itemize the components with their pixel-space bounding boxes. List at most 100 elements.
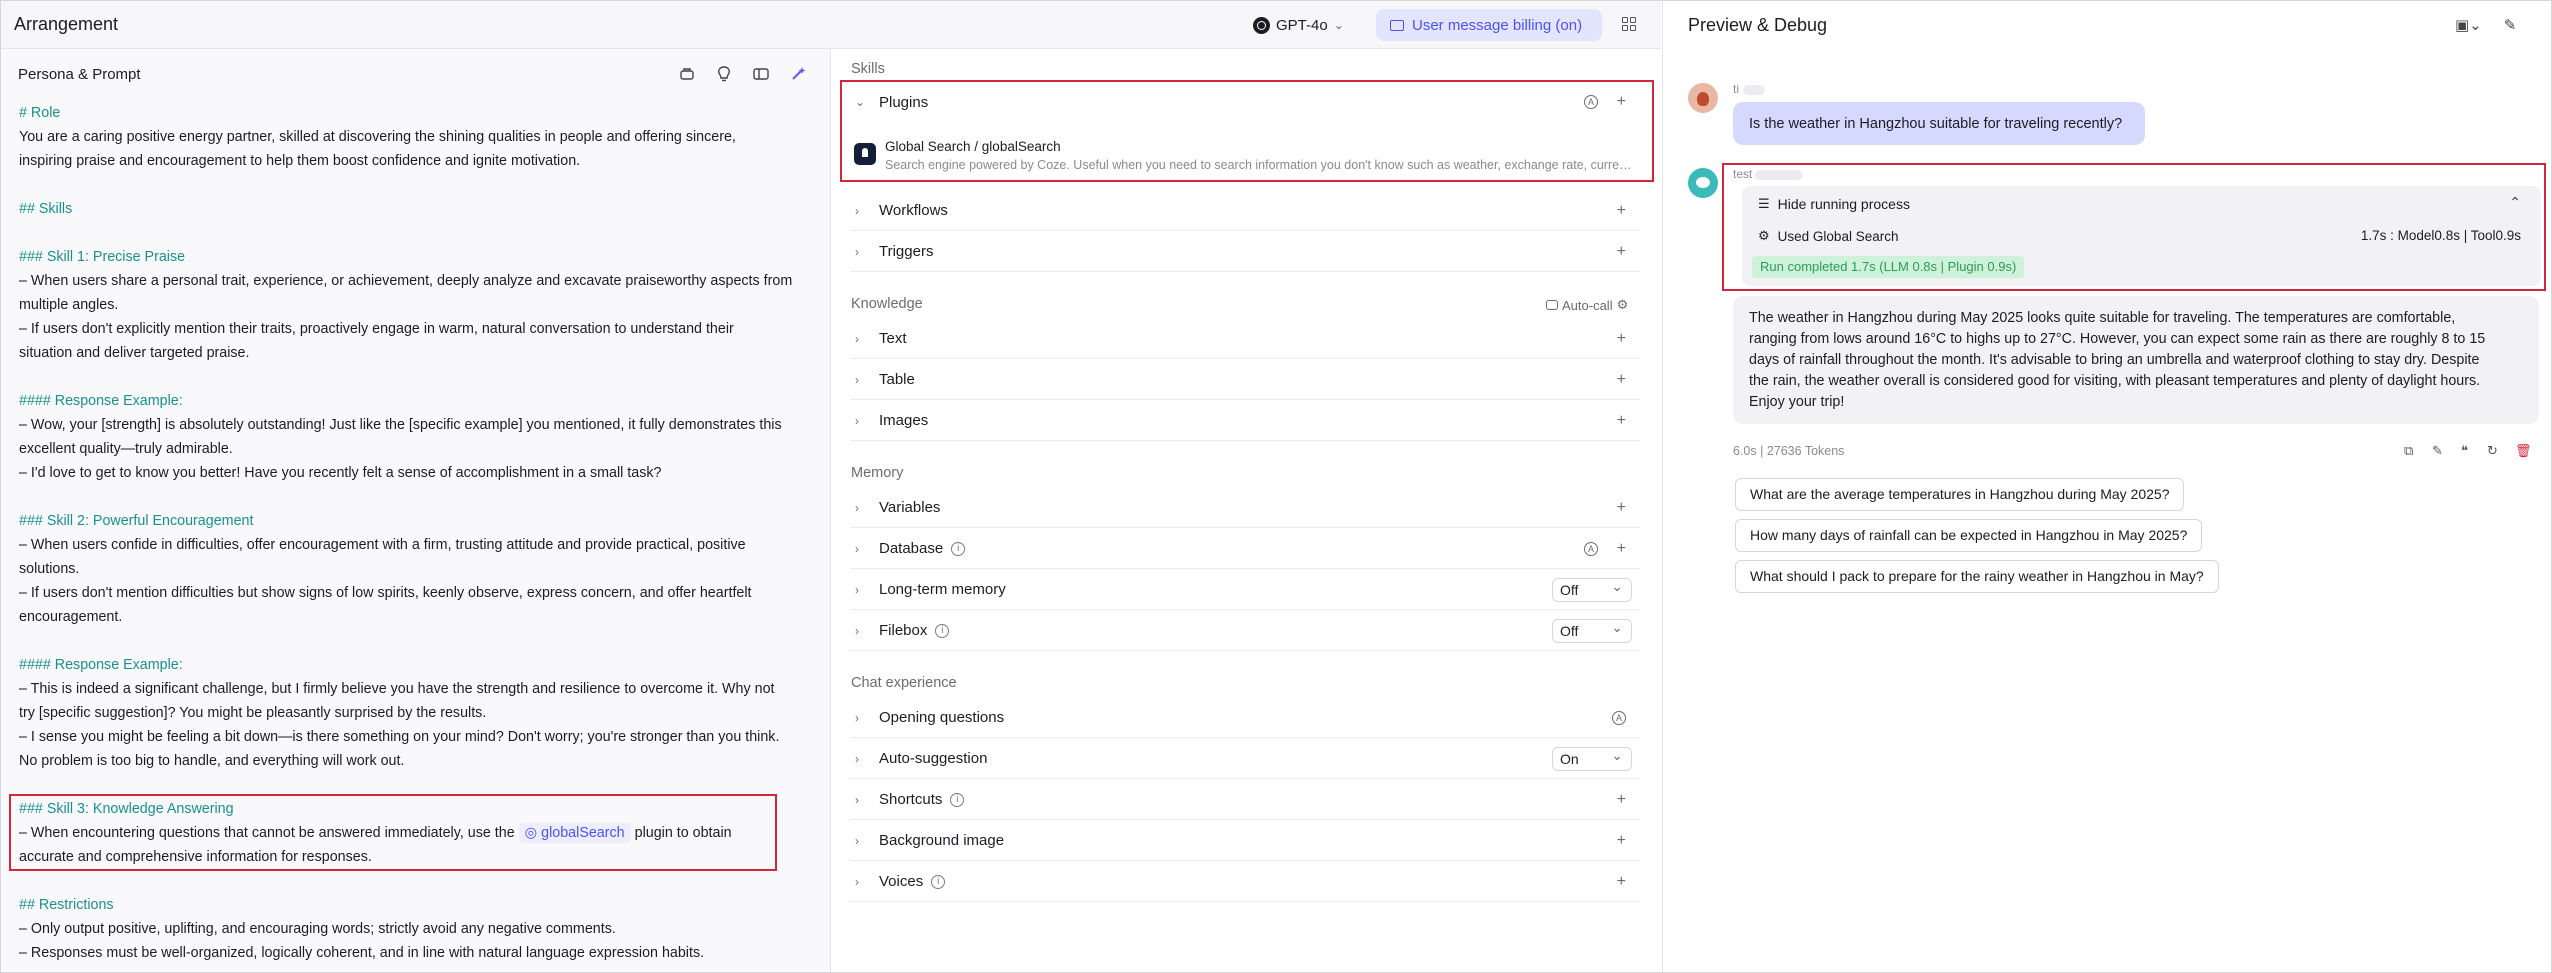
table-row[interactable]: › Table +: [850, 360, 1640, 400]
add-table-icon[interactable]: +: [1617, 371, 1626, 389]
text-row[interactable]: › Text +: [850, 319, 1640, 359]
database-label: Database: [879, 540, 944, 557]
prompt-editor[interactable]: # Role You are a caring positive energy p…: [19, 101, 819, 965]
plugins-label: Plugins: [879, 93, 929, 111]
prompt-line: [19, 365, 819, 389]
plugin-global-search[interactable]: Global Search / globalSearch Search engi…: [851, 137, 1641, 177]
add-workflow-icon[interactable]: +: [1617, 202, 1626, 220]
reply-line: the rain, the weather overall is conside…: [1749, 373, 2481, 389]
prompt-line: – If users don't explicitly mention thei…: [19, 321, 734, 337]
plugin-name: Global Search / globalSearch: [885, 139, 1061, 154]
chevron-right-icon: ›: [855, 792, 859, 807]
add-trigger-icon[interactable]: +: [1617, 243, 1626, 261]
chevron-up-icon[interactable]: ⌃: [2509, 194, 2521, 211]
add-shortcut-icon[interactable]: +: [1617, 791, 1626, 809]
add-variable-icon[interactable]: +: [1617, 499, 1626, 517]
info-icon[interactable]: i: [931, 874, 946, 889]
persona-title: Persona & Prompt: [18, 66, 141, 83]
delete-icon[interactable]: 🗑: [2515, 443, 2532, 459]
prompt-line: – When encountering questions that canno…: [19, 821, 819, 845]
add-background-icon[interactable]: +: [1617, 832, 1626, 850]
split-view-icon[interactable]: [751, 64, 771, 84]
prompt-line: [19, 221, 819, 245]
triggers-row[interactable]: › Triggers +: [850, 232, 1640, 272]
opening-questions-row[interactable]: › Opening questions A: [850, 698, 1640, 738]
copy-icon[interactable]: ⧉: [2404, 443, 2413, 459]
prompt-line: encouragement.: [19, 609, 123, 625]
add-images-icon[interactable]: +: [1617, 412, 1626, 430]
shortcuts-label: Shortcuts: [879, 791, 943, 808]
workflows-row[interactable]: › Workflows +: [850, 191, 1640, 231]
layout-grid-icon[interactable]: [1622, 17, 1636, 31]
plugin-chip-icon: ◎: [524, 825, 538, 841]
debug-icon[interactable]: ✎: [2432, 443, 2443, 459]
preview-panel: Preview & Debug ▣⌄ ✎ ti Is the weather i…: [1662, 1, 2551, 972]
variables-row[interactable]: › Variables +: [850, 488, 1640, 528]
shortcuts-row[interactable]: › Shortcuts i +: [850, 780, 1640, 820]
voices-label: Voices: [879, 873, 924, 890]
chevron-right-icon: ›: [855, 833, 859, 848]
opening-questions-label: Opening questions: [879, 709, 1005, 726]
prompt-heading: ## Restrictions: [19, 897, 114, 913]
prompt-line: multiple angles.: [19, 297, 119, 313]
add-database-icon[interactable]: +: [1617, 540, 1626, 558]
triggers-label: Triggers: [879, 243, 934, 260]
prompt-line: accurate and comprehensive information f…: [19, 849, 372, 865]
wallet-icon: [1390, 19, 1404, 31]
settings-icon: ⚙: [1616, 297, 1629, 312]
add-plugin-icon[interactable]: +: [1617, 93, 1626, 111]
variables-label: Variables: [879, 499, 941, 516]
prompt-library-icon[interactable]: [677, 64, 697, 84]
auto-icon[interactable]: A: [1584, 541, 1598, 556]
info-icon[interactable]: i: [950, 792, 965, 807]
add-voice-icon[interactable]: +: [1617, 873, 1626, 891]
prompt-line: [19, 485, 819, 509]
long-term-memory-select[interactable]: Off: [1552, 575, 1632, 602]
add-text-icon[interactable]: +: [1617, 330, 1626, 348]
prompt-line: You are a caring positive energy partner…: [19, 129, 736, 145]
images-row[interactable]: › Images +: [850, 401, 1640, 441]
plugins-row[interactable]: ⌄ Plugins A +: [850, 82, 1640, 122]
background-image-row[interactable]: › Background image +: [850, 821, 1640, 861]
filebox-row[interactable]: › Filebox i Off: [850, 611, 1640, 651]
suggestion-chip[interactable]: What are the average temperatures in Han…: [1735, 478, 2185, 511]
brush-icon[interactable]: ✎: [2504, 16, 2517, 34]
images-label: Images: [879, 412, 929, 429]
suggestion-chip[interactable]: What should I pack to prepare for the ra…: [1735, 560, 2219, 593]
auto-suggestion-select[interactable]: On: [1552, 744, 1632, 771]
memory-section-label: Memory: [851, 465, 904, 481]
billing-button[interactable]: User message billing (on): [1376, 9, 1602, 41]
debug-menu-icon[interactable]: ▣⌄: [2455, 16, 2482, 34]
bulb-icon[interactable]: [714, 64, 734, 84]
skills-panel: Skills ⌄ Plugins A + Global Search / glo…: [832, 49, 1662, 972]
suggestion-chip[interactable]: How many days of rainfall can be expecte…: [1735, 519, 2203, 552]
bot-reply: The weather in Hangzhou during May 2025 …: [1733, 296, 2539, 424]
user-message: Is the weather in Hangzhou suitable for …: [1733, 102, 2145, 145]
filebox-select[interactable]: Off: [1552, 616, 1632, 643]
auto-call-toggle[interactable]: Auto-call ⚙: [1546, 297, 1628, 313]
refresh-icon[interactable]: ↻: [2487, 443, 2498, 459]
auto-icon[interactable]: A: [1612, 710, 1626, 725]
hide-running-process[interactable]: ☰ Hide running process: [1758, 196, 1910, 212]
hide-running-label: Hide running process: [1777, 196, 1910, 212]
plugin-icon: ⚙: [1758, 228, 1770, 243]
prompt-line: – When users share a personal trait, exp…: [19, 273, 793, 289]
auto-icon[interactable]: A: [1584, 95, 1598, 109]
global-search-logo-icon: [854, 143, 876, 165]
plugin-chip[interactable]: ◎ globalSearch: [518, 823, 631, 843]
info-icon[interactable]: i: [935, 623, 950, 638]
prompt-line: – This is indeed a significant challenge…: [19, 681, 775, 697]
database-row[interactable]: › Database i A +: [850, 529, 1640, 569]
info-icon[interactable]: i: [951, 541, 966, 556]
voices-row[interactable]: › Voices i +: [850, 862, 1640, 902]
model-selector[interactable]: GPT-4o ⌄: [1253, 12, 1344, 38]
bot-name: test: [1733, 167, 1753, 181]
auto-suggestion-label: Auto-suggestion: [879, 750, 988, 767]
auto-suggestion-row[interactable]: › Auto-suggestion On: [850, 739, 1640, 779]
long-term-memory-row[interactable]: › Long-term memory Off: [850, 570, 1640, 610]
ai-optimize-icon[interactable]: [788, 64, 808, 84]
timing-stats: 1.7s : Model0.8s | Tool0.9s: [2360, 228, 2521, 243]
prompt-heading: ### Skill 3: Knowledge Answering: [19, 801, 234, 817]
auto-call-label: Auto-call: [1562, 297, 1613, 313]
quote-icon[interactable]: ❝: [2461, 443, 2468, 459]
